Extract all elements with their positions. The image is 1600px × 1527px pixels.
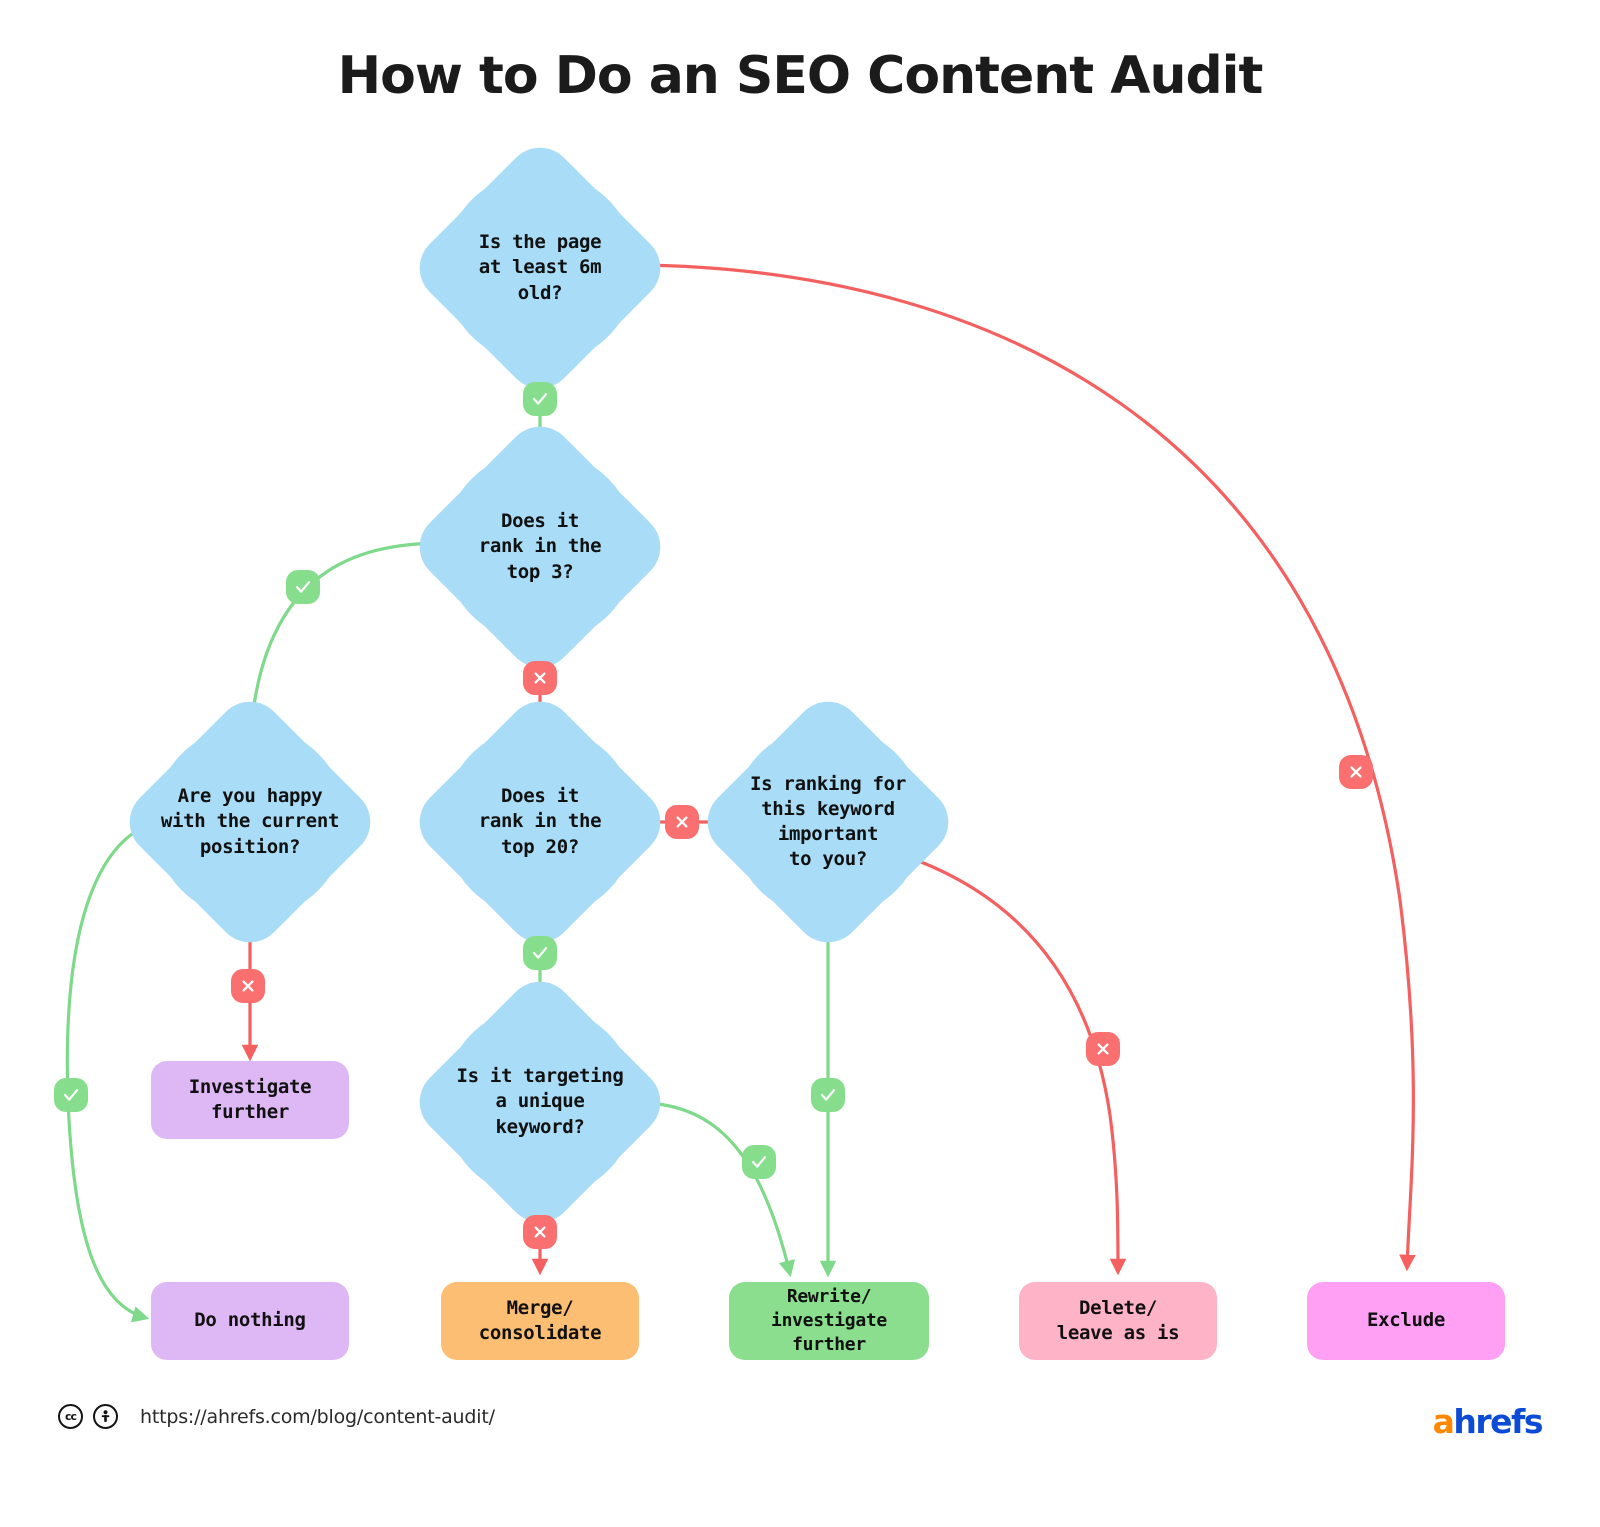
outcome-node-delete-leave[interactable]: Delete/ leave as is (1019, 1282, 1217, 1360)
decision-node-happy-with-position[interactable]: Are you happy with the current position? (115, 687, 385, 957)
cross-icon (1097, 1043, 1109, 1055)
ahrefs-logo-a: a (1432, 1402, 1455, 1441)
outcome-node-exclude[interactable]: Exclude (1307, 1282, 1505, 1360)
edge-badge-no-age-to-exclude (1339, 755, 1373, 789)
edge-badge-no-happy-to-investigate (231, 969, 265, 1003)
edge-badge-yes-top20-to-unique (523, 936, 557, 970)
outcome-label-do-nothing: Do nothing (194, 1309, 306, 1332)
check-icon (820, 1089, 836, 1101)
outcome-node-rewrite-investigate[interactable]: Rewrite/ investigate further (729, 1282, 929, 1360)
edge-badge-yes-important-to-rewrite (811, 1078, 845, 1112)
footer: cc https://ahrefs.com/blog/content-audit… (0, 1402, 1600, 1450)
decision-node-keyword-important[interactable]: Is ranking for this keyword important to… (693, 687, 963, 957)
outcome-node-merge-consolidate[interactable]: Merge/ consolidate (441, 1282, 639, 1360)
creative-commons-icon: cc (58, 1404, 83, 1429)
outcome-node-investigate-further[interactable]: Investigate further (151, 1061, 349, 1139)
edge-top3-yes-happy (245, 541, 447, 724)
decision-node-top3[interactable]: Does it rank in the top 3? (405, 412, 675, 682)
decision-label-top3: Does it rank in the top 3? (478, 510, 602, 583)
decision-node-page-age[interactable]: Is the page at least 6m old? (405, 133, 675, 403)
check-icon (295, 581, 311, 593)
edge-badge-yes-age-to-top3 (523, 382, 557, 416)
outcome-label-delete-leave: Delete/ leave as is (1056, 1296, 1180, 1344)
decision-label-top20: Does it rank in the top 20? (478, 785, 602, 858)
decision-node-top20[interactable]: Does it rank in the top 20? (405, 687, 675, 957)
outcome-label-investigate-further: Investigate further (188, 1075, 312, 1123)
edge-important-no-delete (915, 858, 1127, 1276)
check-icon (532, 393, 548, 405)
check-icon (532, 947, 548, 959)
cc-by-icon (93, 1404, 118, 1429)
decision-label-keyword-important: Is ranking for this keyword important to… (750, 772, 906, 871)
edge-badge-yes-unique-to-rewrite (742, 1145, 776, 1179)
edge-badge-no-top20-to-important (665, 805, 699, 839)
cross-icon (534, 1226, 546, 1238)
ahrefs-logo[interactable]: ahrefs (1432, 1402, 1544, 1441)
edge-unique-yes-rewrite (633, 1100, 795, 1278)
decision-node-unique-keyword[interactable]: Is it targeting a unique keyword? (405, 967, 675, 1237)
check-icon (751, 1156, 767, 1168)
cross-icon (676, 816, 688, 828)
decision-label-happy-with-position: Are you happy with the current position? (160, 785, 340, 858)
decision-label-page-age: Is the page at least 6m old? (478, 231, 602, 304)
footer-license-area: cc https://ahrefs.com/blog/content-audit… (58, 1404, 495, 1429)
edge-badge-yes-top3-to-happy (286, 570, 320, 604)
page-title: How to Do an SEO Content Audit (337, 46, 1264, 106)
cross-icon (534, 672, 546, 684)
outcome-label-rewrite-investigate: Rewrite/ investigate further (771, 1286, 887, 1355)
decision-label-unique-keyword: Is it targeting a unique keyword? (456, 1065, 624, 1138)
edge-badge-no-unique-to-merge (523, 1215, 557, 1249)
cross-icon (242, 980, 254, 992)
edge-badge-no-top3-to-top20 (523, 661, 557, 695)
outcome-label-merge-consolidate: Merge/ consolidate (478, 1296, 602, 1344)
outcome-label-exclude: Exclude (1367, 1309, 1445, 1332)
person-icon (101, 1410, 110, 1422)
check-icon (63, 1089, 79, 1101)
ahrefs-logo-rest: hrefs (1453, 1402, 1543, 1441)
edge-badge-yes-happy-to-do-nothing (54, 1078, 88, 1112)
edge-badge-no-important-to-delete (1086, 1032, 1120, 1066)
outcome-node-do-nothing[interactable]: Do nothing (151, 1282, 349, 1360)
edge-happy-yes-donothing (65, 820, 157, 1323)
cross-icon (1350, 766, 1362, 778)
source-url[interactable]: https://ahrefs.com/blog/content-audit/ (140, 1406, 495, 1428)
